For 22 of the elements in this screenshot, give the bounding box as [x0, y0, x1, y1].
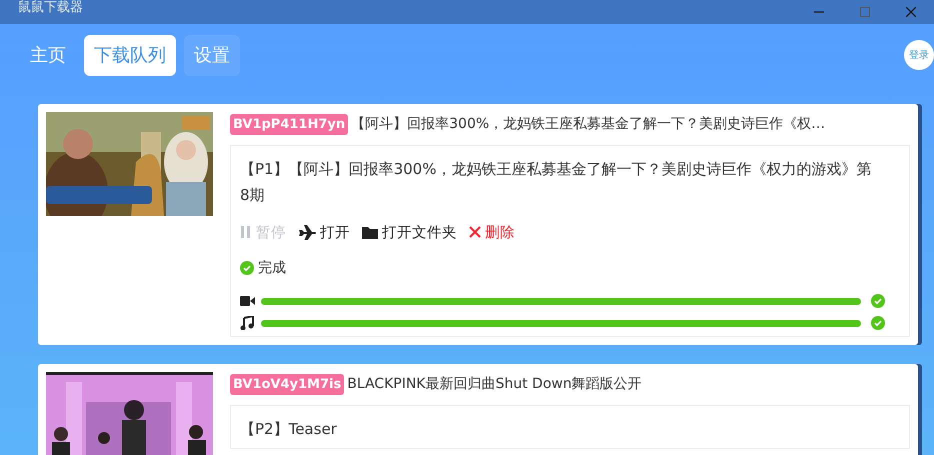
delete-button[interactable]: 删除 [469, 222, 515, 242]
part-title: 【P1】【阿斗】回报率300%，龙妈铁王座私募基金了解一下？美剧史诗巨作《权力的游戏》第8期 [240, 159, 872, 206]
status-text: 完成 [258, 259, 286, 277]
close-icon [469, 226, 481, 238]
video-title: BLACKPINK最新回归曲Shut Down舞蹈版公开 [347, 375, 642, 393]
open-button[interactable]: 打开 [298, 222, 350, 242]
part-title: 【P2】Teaser [240, 419, 338, 440]
nav-tab[interactable]: 主页 [20, 34, 76, 76]
video-title: 【阿斗】回报率300%，龙妈铁王座私募基金了解一下？美剧史诗巨作《权… [351, 115, 826, 133]
window-title: 鼠鼠下载器 [18, 0, 84, 16]
airplane-icon [298, 224, 316, 240]
nav-tab[interactable]: 下载队列 [84, 34, 176, 76]
video-camera-icon [240, 296, 255, 306]
nav-tab[interactable]: 设置 [184, 34, 240, 76]
pause-icon [240, 225, 252, 239]
login-button[interactable]: 登录 [904, 40, 934, 70]
video-id-tag: BV1oV4y1M7is [230, 374, 344, 394]
folder-icon [362, 225, 378, 239]
video-id-tag: BV1pP411H7yn [230, 114, 348, 134]
close-icon[interactable] [906, 7, 916, 17]
music-note-icon [240, 316, 255, 330]
folder-button[interactable]: 打开文件夹 [362, 222, 457, 242]
